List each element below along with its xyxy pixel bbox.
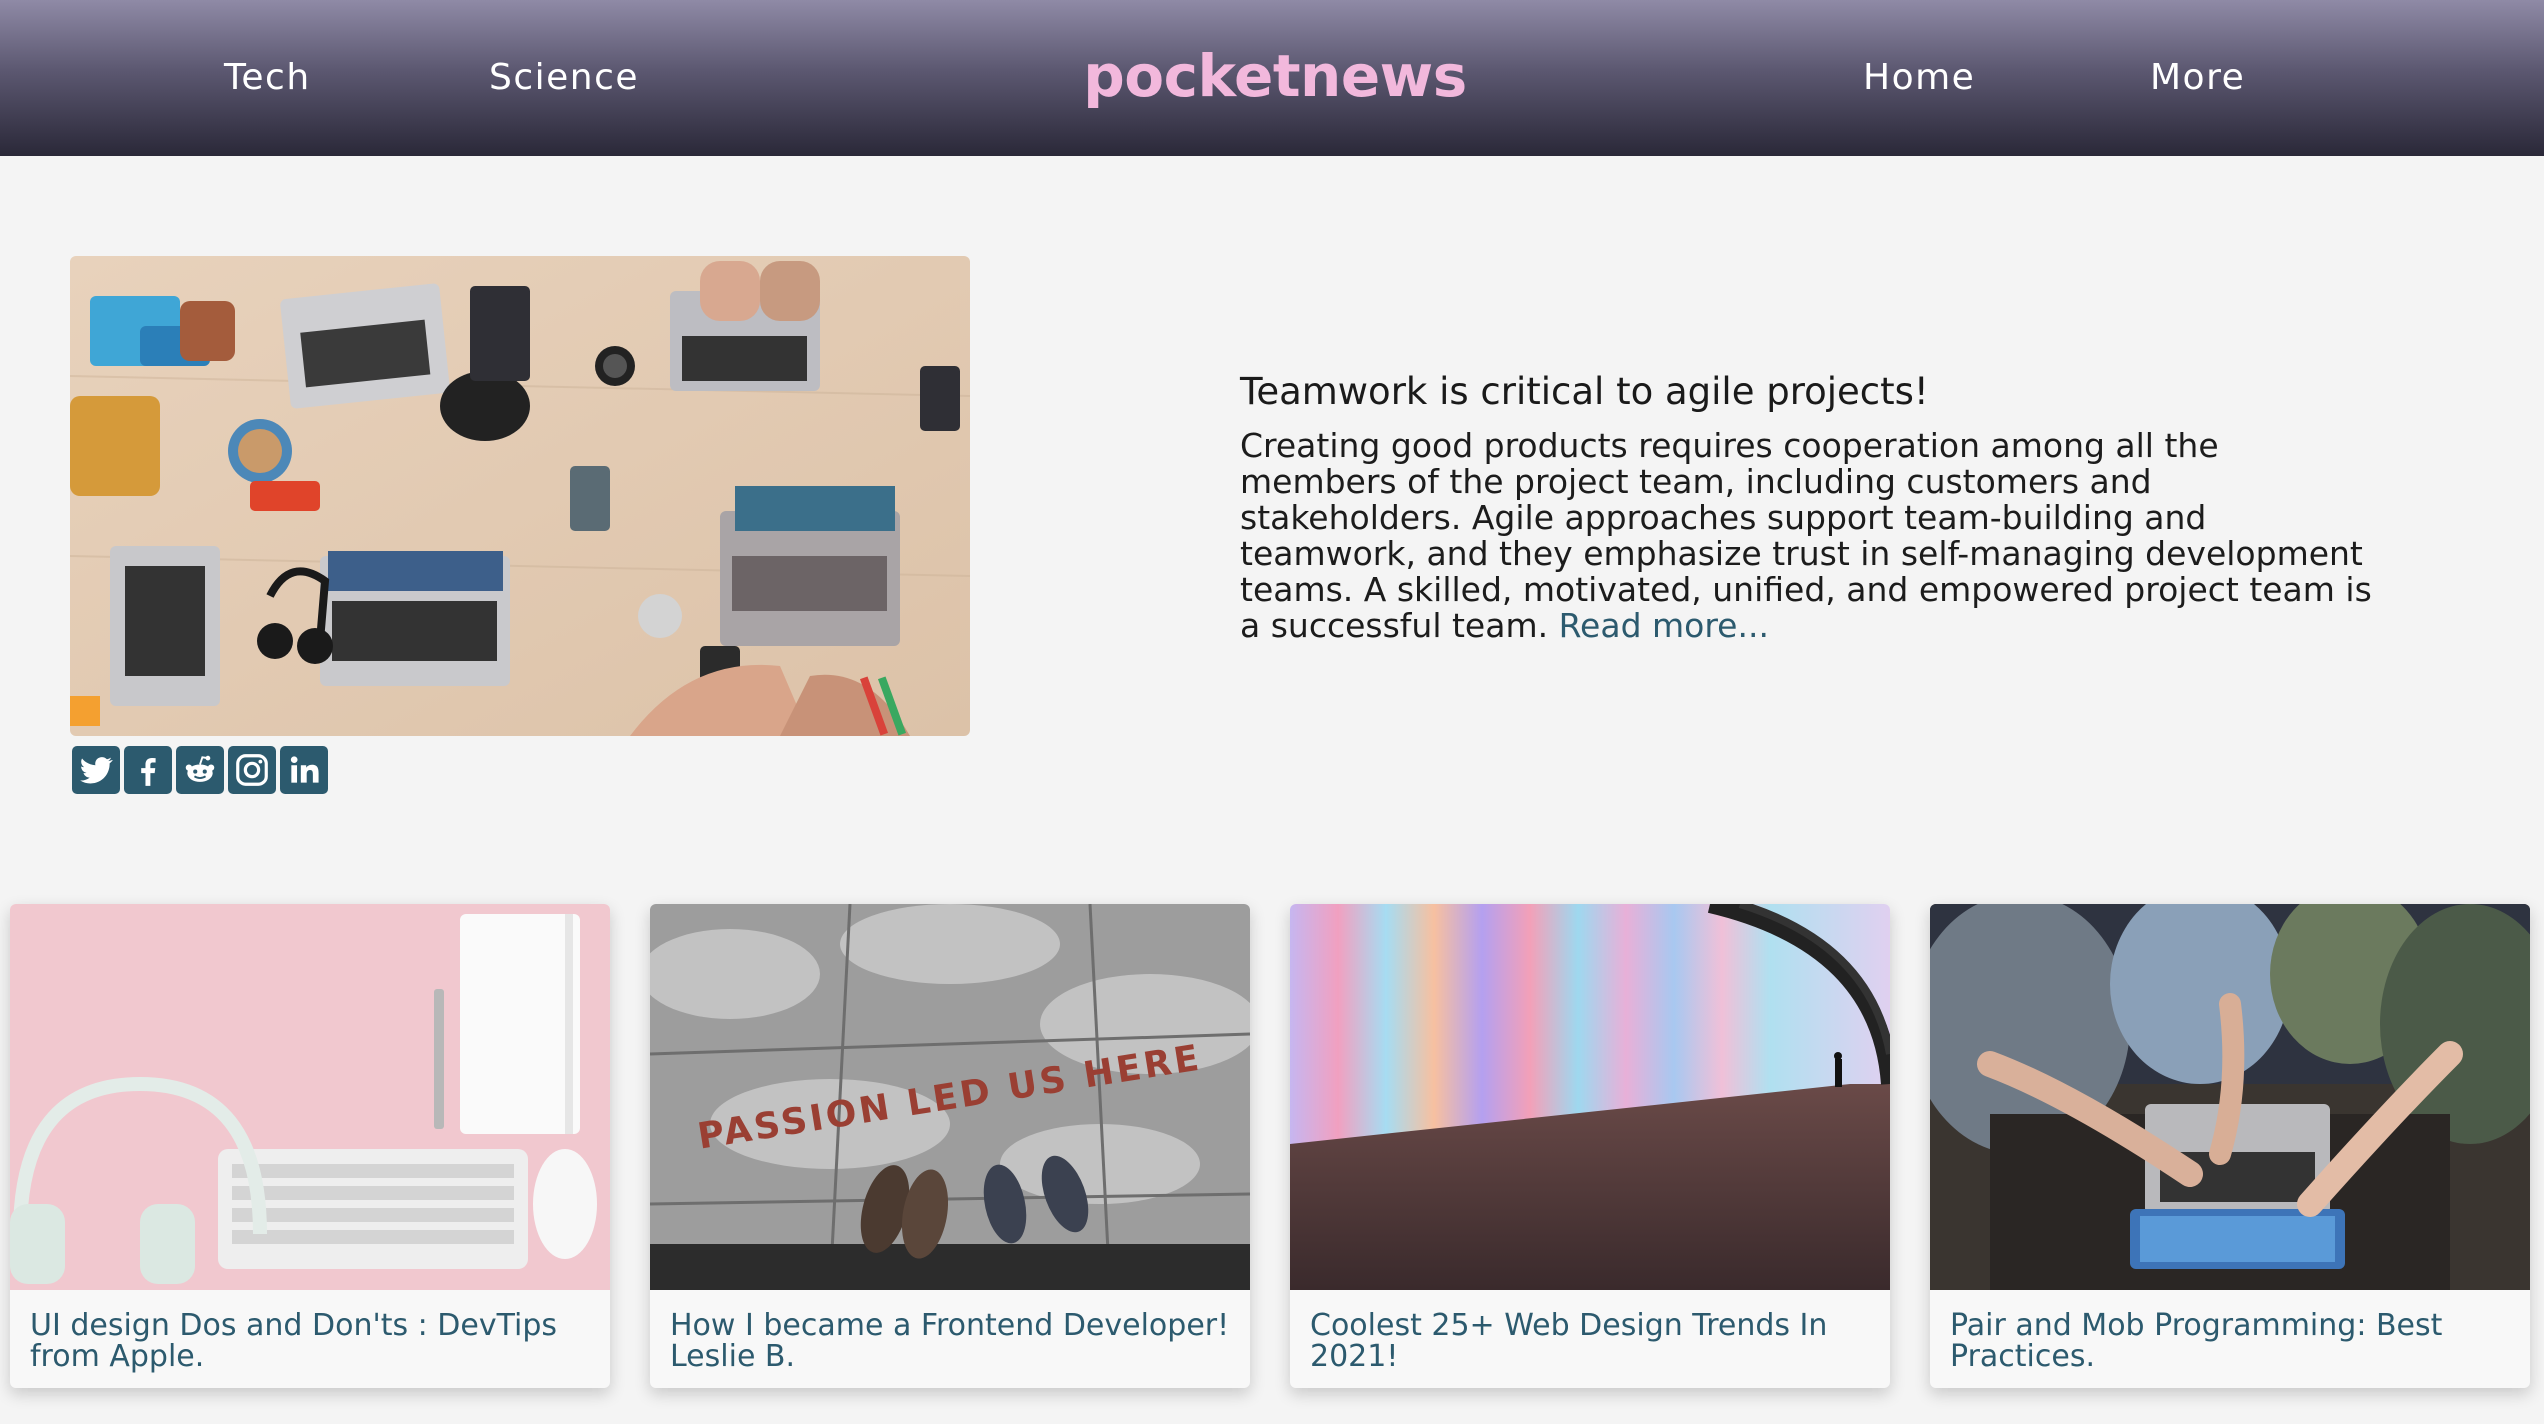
article-card[interactable]: Pair and Mob Programming: Best Practices… [1930, 904, 2530, 1388]
nav-link-tech[interactable]: Tech [224, 50, 311, 106]
article-card[interactable]: UI design Dos and Don'ts : DevTips from … [10, 904, 610, 1388]
featured-article-image[interactable] [70, 256, 970, 736]
instagram-icon[interactable] [228, 746, 276, 794]
featured-article-summary: Creating good products requires cooperat… [1240, 428, 2380, 644]
featured-article: Teamwork is critical to agile projects! … [1240, 364, 2380, 644]
linkedin-icon[interactable] [280, 746, 328, 794]
nav-link-home[interactable]: Home [1863, 50, 1975, 106]
nav-link-science[interactable]: Science [489, 50, 639, 106]
article-card[interactable]: PASSION LED US HERE How I became a Front… [650, 904, 1250, 1388]
read-more-link[interactable]: Read more... [1559, 606, 1769, 645]
nav-link-more[interactable]: More [2150, 50, 2245, 106]
article-card-title: Coolest 25+ Web Design Trends In 2021! [1310, 1308, 1828, 1374]
reddit-icon[interactable] [176, 746, 224, 794]
featured-article-title[interactable]: Teamwork is critical to agile projects! [1240, 364, 2380, 420]
article-card-image [1930, 904, 2530, 1290]
facebook-icon[interactable] [124, 746, 172, 794]
article-card-title: How I became a Frontend Developer! Lesli… [670, 1308, 1230, 1374]
article-card-image [10, 904, 610, 1290]
article-card-title: Pair and Mob Programming: Best Practices… [1950, 1308, 2443, 1374]
article-card-image [1290, 904, 1890, 1290]
twitter-icon[interactable] [72, 746, 120, 794]
brand-logo[interactable]: pocketnews [1060, 36, 1490, 116]
article-card-title: UI design Dos and Don'ts : DevTips from … [30, 1308, 558, 1374]
featured-article-body: Creating good products requires cooperat… [1240, 426, 2372, 645]
article-card[interactable]: Coolest 25+ Web Design Trends In 2021! [1290, 904, 1890, 1388]
top-navigation-bar: Tech Science pocketnews Home More [0, 0, 2544, 156]
article-card-image: PASSION LED US HERE [650, 904, 1250, 1290]
social-share-icons [72, 746, 328, 796]
